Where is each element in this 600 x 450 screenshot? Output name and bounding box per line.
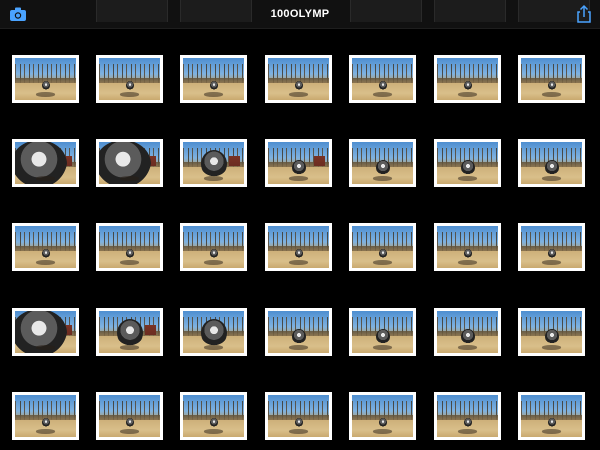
photo-thumbnail[interactable] — [12, 223, 79, 271]
photo-image — [437, 395, 498, 437]
photo-thumbnail[interactable] — [349, 308, 416, 356]
photo-image — [15, 58, 76, 100]
photo-image — [183, 142, 244, 184]
photo-thumbnail[interactable] — [349, 223, 416, 271]
photo-thumbnail[interactable] — [518, 308, 585, 356]
photo-image — [352, 142, 413, 184]
photo-thumbnail[interactable] — [96, 55, 163, 103]
top-toolbar: 100OLYMP — [0, 0, 600, 29]
photo-image — [268, 311, 329, 353]
photo-image — [437, 58, 498, 100]
photo-thumbnail[interactable] — [180, 308, 247, 356]
photo-image — [521, 142, 582, 184]
photo-thumbnail[interactable] — [434, 223, 501, 271]
photo-image — [437, 311, 498, 353]
photo-image — [268, 226, 329, 268]
photo-thumbnail[interactable] — [349, 55, 416, 103]
photo-thumbnail[interactable] — [180, 223, 247, 271]
photo-thumbnail[interactable] — [518, 223, 585, 271]
share-icon[interactable] — [574, 4, 594, 24]
photo-thumbnail[interactable] — [349, 139, 416, 187]
photo-image — [15, 311, 76, 353]
photo-image — [521, 58, 582, 100]
photo-thumbnail[interactable] — [434, 308, 501, 356]
photo-thumbnail[interactable] — [96, 308, 163, 356]
photo-thumbnail[interactable] — [349, 392, 416, 440]
photo-image — [521, 395, 582, 437]
photo-image — [99, 58, 160, 100]
photo-thumbnail[interactable] — [12, 139, 79, 187]
photo-image — [268, 58, 329, 100]
photo-thumbnail[interactable] — [265, 308, 332, 356]
photo-thumbnail[interactable] — [96, 223, 163, 271]
photo-grid — [0, 28, 600, 450]
photo-image — [437, 226, 498, 268]
photo-thumbnail[interactable] — [434, 139, 501, 187]
photo-thumbnail[interactable] — [12, 308, 79, 356]
photo-thumbnail[interactable] — [12, 55, 79, 103]
photo-thumbnail[interactable] — [96, 392, 163, 440]
photo-thumbnail[interactable] — [12, 392, 79, 440]
photo-image — [521, 226, 582, 268]
photo-thumbnail[interactable] — [518, 55, 585, 103]
photo-thumbnail[interactable] — [180, 55, 247, 103]
photo-thumbnail[interactable] — [518, 139, 585, 187]
photo-thumbnail[interactable] — [180, 392, 247, 440]
photo-thumbnail[interactable] — [265, 139, 332, 187]
photo-image — [99, 226, 160, 268]
photo-image — [352, 58, 413, 100]
photo-image — [352, 226, 413, 268]
photo-image — [183, 58, 244, 100]
photo-image — [15, 226, 76, 268]
photo-image — [521, 311, 582, 353]
photo-thumbnail[interactable] — [265, 392, 332, 440]
photo-image — [183, 226, 244, 268]
photo-thumbnail[interactable] — [434, 55, 501, 103]
photo-thumbnail[interactable] — [265, 55, 332, 103]
photo-image — [99, 142, 160, 184]
album-title: 100OLYMP — [270, 8, 330, 20]
photo-thumbnail[interactable] — [434, 392, 501, 440]
photo-image — [183, 311, 244, 353]
photo-image — [99, 311, 160, 353]
photo-thumbnail[interactable] — [518, 392, 585, 440]
photo-image — [268, 395, 329, 437]
photo-thumbnail[interactable] — [180, 139, 247, 187]
photo-image — [268, 142, 329, 184]
photo-image — [15, 395, 76, 437]
photo-image — [183, 395, 244, 437]
photo-image — [352, 395, 413, 437]
photo-image — [15, 142, 76, 184]
photo-thumbnail[interactable] — [265, 223, 332, 271]
photo-thumbnail[interactable] — [96, 139, 163, 187]
photo-image — [437, 142, 498, 184]
photo-image — [352, 311, 413, 353]
photo-image — [99, 395, 160, 437]
